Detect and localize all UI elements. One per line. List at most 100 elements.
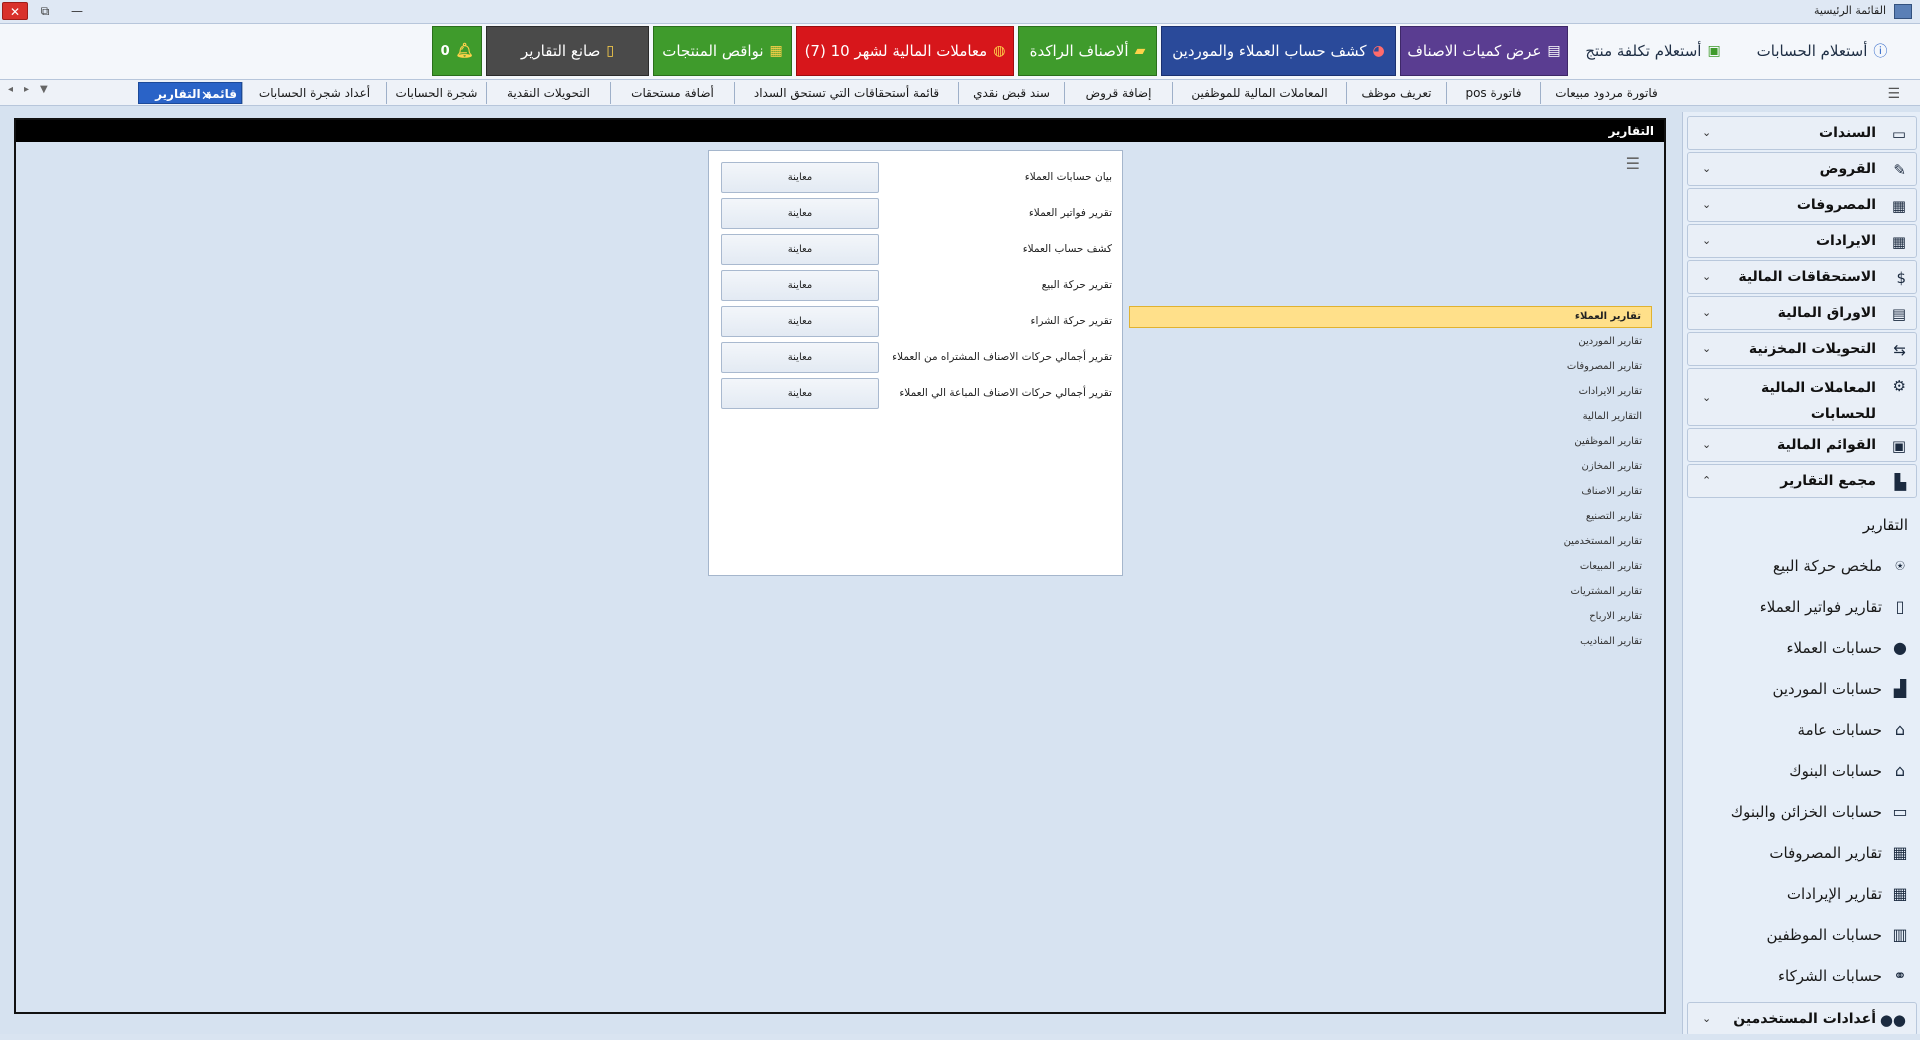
tab-employee-transactions[interactable]: المعاملات المالية للموظفين [1172, 82, 1346, 104]
tab-due-payments-list[interactable]: قائمة أستحقاقات التي تستحق السداد [734, 82, 958, 104]
sidebar-group-user-settings[interactable]: ●● أعدادات المستخدمين ⌄ [1687, 1002, 1917, 1036]
tab-pos-invoice[interactable]: فاتورة pos [1446, 82, 1540, 104]
briefcase-icon: ▣ [1891, 437, 1906, 455]
tab-reports-menu[interactable]: قائمة التقارير ✕ [138, 82, 242, 104]
tab-cash-transfers[interactable]: التحويلات النقدية [486, 82, 610, 104]
category-customers-reports[interactable]: تقارير العملاء [1129, 306, 1652, 328]
reports-panel: التقارير ☰ تقارير العملاء تقارير الموردي… [14, 118, 1666, 1014]
chevron-down-icon: ⌄ [1702, 234, 1712, 247]
preview-button[interactable]: معاينة [721, 306, 879, 337]
banknote-icon: ▤ [1891, 305, 1906, 323]
user-icon: ● [1893, 638, 1907, 657]
tabs-next-icon[interactable]: ▸ [24, 84, 29, 95]
category-item[interactable]: تقارير المناديب [1580, 636, 1642, 647]
restore-window-button[interactable]: ⧉ [34, 2, 56, 20]
category-item[interactable]: تقارير الارباح [1589, 611, 1642, 622]
sidebar-group-label: أعدادات المستخدمين [1733, 1011, 1876, 1027]
sidebar-group-expenses[interactable]: ▦ المصروفات ⌄ [1687, 188, 1917, 222]
sidebar-item-general-accounts[interactable]: ⌂ حسابات عامة [1798, 720, 1910, 739]
tab-add-dues[interactable]: أضافة مستحقات [610, 82, 734, 104]
sidebar-group-label: مجمع التقارير [1780, 473, 1876, 489]
chevron-up-icon: ⌃ [1702, 474, 1712, 487]
tab-define-employee[interactable]: تعريف موظف [1346, 82, 1446, 104]
category-item[interactable]: تقارير المخازن [1582, 461, 1642, 472]
sidebar-item-customer-accounts[interactable]: ● حسابات العملاء [1786, 638, 1910, 657]
sidebar-group-loans[interactable]: ✎ القروض ⌄ [1687, 152, 1917, 186]
monthly-transactions-button[interactable]: ◍ معاملات المالية لشهر 10 (7) [796, 26, 1014, 76]
notifications-button[interactable]: 🔔︎ 0 [432, 26, 482, 76]
sidebar-item-label: حسابات الشركاء [1777, 966, 1882, 985]
preview-button[interactable]: معاينة [721, 342, 879, 373]
report-name: تقرير أجمالي حركات الاصناف المشتراه من ا… [892, 351, 1112, 363]
preview-button[interactable]: معاينة [721, 234, 879, 265]
category-item[interactable]: تقارير التصنيع [1586, 511, 1642, 522]
category-item[interactable]: تقارير المصروفات [1567, 361, 1642, 372]
sidebar-item-sales-summary[interactable]: ⍟ ملخص حركة البيع [1773, 556, 1910, 576]
minimize-window-button[interactable]: — [66, 2, 88, 20]
chevron-down-icon: ⌄ [1702, 198, 1712, 211]
product-shortages-button[interactable]: ▦ نواقص المنتجات [653, 26, 792, 76]
list-menu-icon[interactable]: ☰ [1626, 154, 1640, 173]
category-item[interactable]: تقارير المبيعات [1580, 561, 1642, 572]
preview-button[interactable]: معاينة [721, 270, 879, 301]
sidebar-group-vouchers[interactable]: ▭ السندات ⌄ [1687, 116, 1917, 150]
sidebar-group-stock-transfers[interactable]: ⇆ التحويلات المخزنية ⌄ [1687, 332, 1917, 366]
sidebar-item-partner-accounts[interactable]: ⚭ حسابات الشركاء [1778, 966, 1910, 985]
sidebar-item-supplier-accounts[interactable]: ▟ حسابات الموردين [1772, 679, 1910, 698]
category-item[interactable]: تقارير الموردين [1578, 336, 1642, 347]
report-maker-button[interactable]: ▯ صانع التقارير [486, 26, 649, 76]
tab-cash-receipt[interactable]: سند قبض نقدي [958, 82, 1064, 104]
sidebar-group-label: المصروفات [1796, 197, 1876, 213]
tab-add-loans[interactable]: إضافة قروض [1064, 82, 1172, 104]
show-item-quantities-label: عرض كميات الاصناف [1407, 42, 1542, 60]
sidebar-group-revenues[interactable]: ▦ الايرادات ⌄ [1687, 224, 1917, 258]
inquiry-product-cost-button[interactable]: ▣ أستعلام تكلفة منتج [1578, 26, 1728, 76]
sidebar-item-customer-invoices[interactable]: ▯ تقارير فواتير العملاء [1760, 597, 1910, 616]
sidebar-group-label: القوائم المالية [1777, 437, 1876, 453]
inquiry-accounts-button[interactable]: ⓘ أستعلام الحسابات [1732, 26, 1912, 76]
sidebar-item-label: تقارير الإيرادات [1786, 884, 1882, 903]
sidebar-group-securities[interactable]: ▤ الاوراق المالية ⌄ [1687, 296, 1917, 330]
preview-button[interactable]: معاينة [721, 378, 879, 409]
report-row: كشف حساب العملاء معاينة [709, 234, 1122, 266]
tab-chart-of-accounts[interactable]: شجرة الحسابات [386, 82, 486, 104]
sidebar-item-cash-and-bank-accounts[interactable]: ▭ حسابات الخزائن والبنوك [1731, 802, 1910, 821]
tab-sales-return-invoice[interactable]: فاتورة مردود مبيعات [1540, 82, 1672, 104]
inquiry-accounts-label: أستعلام الحسابات [1756, 42, 1868, 60]
category-item[interactable]: تقارير المستخدمين [1564, 536, 1642, 547]
category-item[interactable]: تقارير الايرادات [1579, 386, 1642, 397]
sidebar-group-financial-statements[interactable]: ▣ القوائم المالية ⌄ [1687, 428, 1917, 462]
sidebar-group-reports-hub[interactable]: ▙ مجمع التقارير ⌃ [1687, 464, 1917, 498]
sidebar-item-label: حسابات الموظفين [1766, 925, 1883, 944]
show-item-quantities-button[interactable]: ▤ عرض كميات الاصناف [1400, 26, 1568, 76]
preview-button[interactable]: معاينة [721, 198, 879, 229]
category-item[interactable]: تقارير الموظفين [1574, 436, 1642, 447]
category-item[interactable]: تقارير الاصناف [1581, 486, 1642, 497]
money-bag-icon: ⍟ [1895, 556, 1905, 575]
close-tab-icon[interactable]: ✕ [201, 86, 212, 108]
money-icon: ▣ [1707, 43, 1721, 59]
tabs-dropdown-icon[interactable]: ▼ [40, 84, 48, 95]
sidebar-item-employee-accounts[interactable]: ▥ حسابات الموظفين [1767, 925, 1911, 944]
boxes-icon: ▤ [1547, 43, 1561, 59]
sidebar-item-bank-accounts[interactable]: ⌂ حسابات البنوك [1789, 761, 1910, 780]
customer-supplier-statement-button[interactable]: ◕ كشف حساب العملاء والموردين [1161, 26, 1396, 76]
sidebar-item-expense-reports[interactable]: ▦ تقارير المصروفات [1769, 843, 1910, 862]
close-window-button[interactable]: ✕ [2, 2, 28, 20]
tabs-prev-icon[interactable]: ◂ [8, 84, 13, 95]
sidebar-item-revenue-reports[interactable]: ▦ تقارير الإيرادات [1787, 884, 1910, 903]
category-item[interactable]: تقارير المشتريات [1570, 586, 1642, 597]
menu-icon[interactable]: ☰ [1887, 86, 1900, 102]
chevron-down-icon: ⌄ [1702, 162, 1712, 175]
stagnant-items-button[interactable]: ▰ ألاصناف الراكدة [1018, 26, 1157, 76]
bank-icon: ⌂ [1894, 761, 1906, 780]
chevron-down-icon: ⌄ [1702, 342, 1712, 355]
preview-button[interactable]: معاينة [721, 162, 879, 193]
category-item[interactable]: التقارير المالية [1583, 411, 1642, 422]
sidebar-group-financial-dues[interactable]: $ الاستحقاقات المالية ⌄ [1687, 260, 1917, 294]
sidebar-group-account-transactions[interactable]: ⚙ المعاملات المالية للحسابات ⌄ [1687, 368, 1917, 426]
sidebar-item-label: حسابات البنوك [1789, 761, 1882, 780]
notifications-count: 0 [440, 43, 450, 59]
info-icon: ⓘ [1873, 44, 1888, 60]
tab-accounts-tree-setup[interactable]: أعداد شجرة الحسابات [242, 82, 386, 104]
